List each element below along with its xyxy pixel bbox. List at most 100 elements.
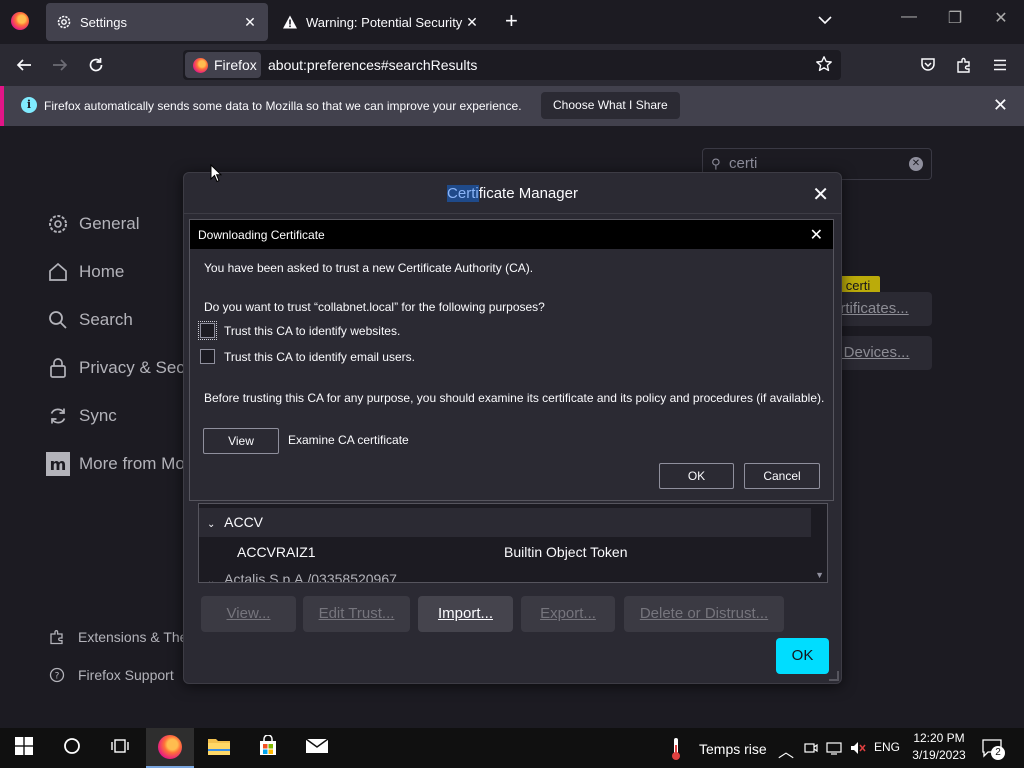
sidebar-item-label: More from Mo bbox=[79, 454, 185, 473]
resize-grip[interactable] bbox=[829, 671, 839, 681]
notification-center-icon[interactable]: 2 bbox=[982, 738, 1005, 763]
thermometer-icon[interactable] bbox=[669, 737, 683, 766]
start-button[interactable] bbox=[0, 728, 48, 768]
view-button[interactable]: View... bbox=[201, 596, 296, 632]
identity-label: Firefox bbox=[214, 57, 257, 73]
restore-button[interactable]: ❐ bbox=[932, 8, 978, 28]
taskbar-file-explorer[interactable] bbox=[195, 728, 243, 768]
new-tab-button[interactable]: + bbox=[505, 10, 518, 32]
advice-text: Before trusting this CA for any purpose,… bbox=[204, 391, 825, 405]
taskbar-mail[interactable] bbox=[293, 728, 341, 768]
trust-websites-checkbox[interactable]: Trust this CA to identify websites. bbox=[198, 321, 401, 340]
hamburger-menu-icon[interactable] bbox=[989, 54, 1011, 76]
weather-text[interactable]: Temps rise bbox=[699, 741, 767, 757]
search-circle-icon bbox=[63, 737, 81, 760]
chevron-down-icon[interactable]: ▼ bbox=[815, 570, 824, 580]
close-icon[interactable]: ✕ bbox=[810, 225, 823, 245]
close-tab-icon[interactable]: ✕ bbox=[464, 14, 480, 30]
delete-or-distrust-button[interactable]: Delete or Distrust... bbox=[624, 596, 784, 632]
sidebar-firefox-support[interactable]: ? Firefox Support bbox=[48, 666, 174, 684]
sidebar-item-general[interactable]: General bbox=[46, 212, 139, 236]
meet-now-icon[interactable] bbox=[803, 740, 819, 761]
windows-taskbar: Temps rise ︿ ENG 12:20 PM 3/19/2023 2 bbox=[0, 728, 1024, 768]
dialog-title: Downloading Certificate bbox=[198, 228, 325, 242]
clear-search-icon[interactable]: ✕ bbox=[909, 157, 923, 171]
sync-icon bbox=[46, 404, 70, 428]
svg-text:?: ? bbox=[55, 672, 60, 682]
tab-settings[interactable]: Settings ✕ bbox=[46, 3, 268, 41]
url-bar[interactable]: Firefox about:preferences#searchResults bbox=[183, 50, 841, 80]
checkbox-label: Trust this CA to identify websites. bbox=[224, 323, 401, 338]
search-icon bbox=[46, 308, 70, 332]
chevron-up-icon[interactable]: ︿ bbox=[778, 738, 794, 762]
reload-icon[interactable] bbox=[85, 54, 107, 76]
tree-group-row[interactable]: ⌄ ACCV bbox=[199, 508, 811, 537]
data-collection-notification: i Firefox automatically sends some data … bbox=[0, 86, 1024, 126]
sidebar-item-sync[interactable]: Sync bbox=[46, 404, 117, 428]
close-icon[interactable]: ✕ bbox=[812, 182, 829, 207]
table-row[interactable]: ACCVRAIZ1 Builtin Object Token bbox=[199, 538, 811, 567]
sidebar-item-privacy[interactable]: Privacy & Secu bbox=[46, 356, 194, 380]
export-button[interactable]: Export... bbox=[521, 596, 615, 632]
tree-group-row[interactable]: ⌄ Actalis S.p.A./03358520967 bbox=[199, 568, 811, 582]
mail-icon bbox=[305, 737, 329, 760]
pocket-icon[interactable] bbox=[917, 54, 939, 76]
checkbox-label: Trust this CA to identify email users. bbox=[224, 349, 415, 364]
sidebar-item-search[interactable]: Search bbox=[46, 308, 133, 332]
home-icon bbox=[46, 260, 70, 284]
sidebar-item-more-from-mozilla[interactable]: m More from Mo bbox=[46, 452, 185, 476]
import-button[interactable]: Import... bbox=[418, 596, 513, 632]
ok-button[interactable]: OK bbox=[776, 638, 829, 674]
security-devices-button[interactable]: y Devices... bbox=[828, 336, 932, 370]
checkbox[interactable] bbox=[198, 321, 217, 340]
url-text[interactable]: about:preferences#searchResults bbox=[268, 57, 477, 73]
group-label: Actalis S.p.A./03358520967 bbox=[224, 571, 397, 582]
gear-icon bbox=[56, 14, 72, 30]
checkbox[interactable] bbox=[200, 349, 215, 364]
view-ca-button[interactable]: View bbox=[203, 428, 279, 454]
language-indicator[interactable]: ENG bbox=[874, 740, 900, 754]
cancel-button[interactable]: Cancel bbox=[744, 463, 820, 489]
close-icon[interactable]: ✕ bbox=[993, 95, 1008, 116]
minimize-button[interactable]: — bbox=[886, 8, 932, 26]
clock[interactable]: 12:20 PM 3/19/2023 bbox=[904, 731, 974, 762]
forward-arrow-icon[interactable] bbox=[49, 54, 71, 76]
divider bbox=[184, 213, 841, 214]
sidebar-extensions-themes[interactable]: Extensions & The bbox=[48, 628, 187, 646]
gear-icon bbox=[46, 212, 70, 236]
sidebar-item-home[interactable]: Home bbox=[46, 260, 124, 284]
edit-trust-button[interactable]: Edit Trust... bbox=[303, 596, 410, 632]
lock-icon bbox=[46, 356, 70, 380]
bookmark-star-icon[interactable] bbox=[815, 55, 833, 78]
tab-label: Settings bbox=[80, 14, 127, 30]
tree-scrollbar[interactable]: ▼ bbox=[811, 504, 827, 582]
network-icon[interactable] bbox=[826, 740, 842, 761]
back-arrow-icon[interactable] bbox=[13, 54, 35, 76]
clock-date: 3/19/2023 bbox=[912, 748, 966, 762]
ok-button[interactable]: OK bbox=[659, 463, 734, 489]
volume-muted-icon[interactable] bbox=[849, 740, 867, 761]
puzzle-icon bbox=[48, 628, 66, 646]
identity-box[interactable]: Firefox bbox=[185, 52, 261, 78]
examine-label: Examine CA certificate bbox=[288, 433, 409, 447]
close-window-button[interactable]: ✕ bbox=[978, 8, 1024, 28]
certificate-tree[interactable]: ⌄ ACCV ACCVRAIZ1 Builtin Object Token ⌄ … bbox=[198, 503, 828, 583]
task-view-button[interactable] bbox=[96, 728, 144, 768]
cert-name: ACCVRAIZ1 bbox=[237, 544, 316, 560]
chevron-down-icon: ⌄ bbox=[207, 576, 216, 582]
close-tab-icon[interactable]: ✕ bbox=[242, 14, 258, 30]
taskbar-store[interactable] bbox=[244, 728, 292, 768]
search-button[interactable] bbox=[48, 728, 96, 768]
trust-question: Do you want to trust “collabnet.local” f… bbox=[204, 300, 545, 314]
taskbar-firefox[interactable] bbox=[146, 728, 194, 768]
trust-email-checkbox[interactable]: Trust this CA to identify email users. bbox=[200, 349, 415, 364]
tab-security-warning[interactable]: Warning: Potential Security Risk ✕ bbox=[272, 3, 490, 41]
chevron-down-icon[interactable]: ⌄ bbox=[207, 510, 221, 539]
view-certificates-button[interactable]: ertificates... bbox=[828, 292, 932, 326]
choose-what-i-share-button[interactable]: Choose What I Share bbox=[541, 92, 680, 119]
windows-logo-icon bbox=[15, 736, 33, 760]
extensions-puzzle-icon[interactable] bbox=[953, 54, 975, 76]
list-all-tabs-icon[interactable] bbox=[817, 12, 833, 33]
firefox-logo-icon[interactable] bbox=[11, 12, 29, 30]
search-value: certi bbox=[729, 155, 758, 172]
